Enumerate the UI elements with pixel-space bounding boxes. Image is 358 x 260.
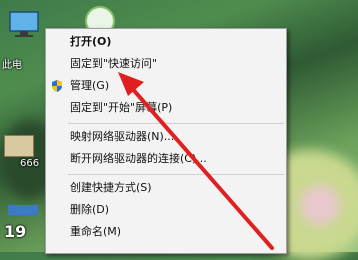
menu-item-pin-start[interactable]: 固定到"开始"屏幕(P) (46, 97, 286, 119)
shield-icon (52, 80, 62, 92)
this-pc-label: 此电 (2, 60, 22, 71)
folder-label: 666 (20, 158, 40, 169)
menu-item-create-shortcut[interactable]: 创建快捷方式(S) (46, 177, 286, 199)
context-menu: 打开(O) 固定到"快速访问" 管理(G) 固定到"开始"屏幕(P) 映射网络驱… (45, 28, 287, 254)
menu-item-delete[interactable]: 删除(D) (46, 199, 286, 221)
menu-separator (68, 174, 284, 175)
app-label: 19 (4, 222, 27, 241)
menu-item-manage[interactable]: 管理(G) (46, 75, 286, 97)
menu-item-map-drive[interactable]: 映射网络驱动器(N)... (46, 126, 286, 148)
menu-item-rename[interactable]: 重命名(M) (46, 221, 286, 243)
wallpaper-flower (300, 185, 340, 225)
this-pc-icon (9, 11, 39, 37)
menu-item-open[interactable]: 打开(O) (46, 31, 286, 53)
menu-separator (68, 123, 284, 124)
menu-item-disconnect-drive[interactable]: 断开网络驱动器的连接(C)... (46, 148, 286, 170)
menu-item-pin-quick-access[interactable]: 固定到"快速访问" (46, 53, 286, 75)
this-pc-desktop-icon[interactable] (6, 10, 42, 44)
folder-icon[interactable] (4, 135, 34, 157)
app-icon[interactable] (8, 205, 38, 215)
